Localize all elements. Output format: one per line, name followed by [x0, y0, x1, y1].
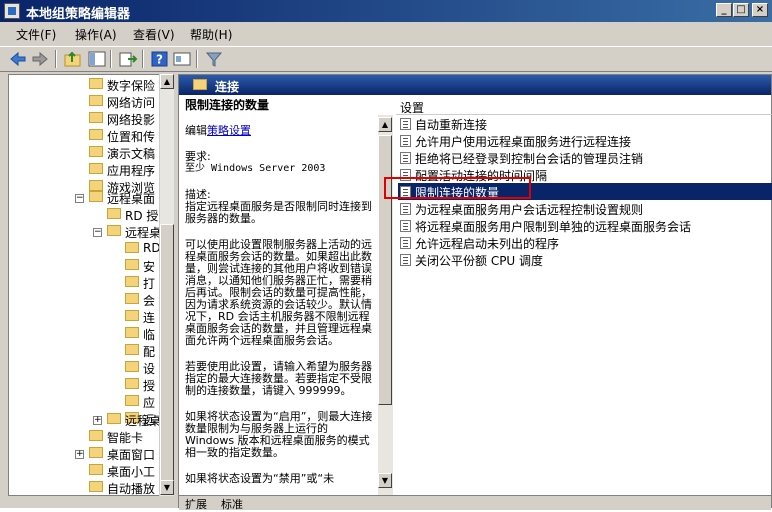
- toolbar-separator: [142, 50, 144, 68]
- description-panel: 限制连接的数量 编辑策略设置 要求: 至少 Windows Server 200…: [185, 99, 375, 489]
- properties-icon[interactable]: [172, 50, 192, 68]
- highlight-box: [384, 177, 531, 199]
- folder-icon: [89, 430, 103, 441]
- expand-toggle[interactable]: +: [75, 450, 84, 459]
- folder-icon: [107, 413, 121, 424]
- folder-icon: [125, 344, 139, 355]
- description-heading: 限制连接的数量: [185, 99, 270, 112]
- policy-setting-icon: [400, 203, 411, 215]
- menu-file[interactable]: 文件(F): [16, 26, 56, 43]
- folder-icon: [125, 310, 139, 321]
- window-title: 本地组策略编辑器: [26, 7, 131, 22]
- scroll-thumb[interactable]: [160, 224, 174, 484]
- minimize-button[interactable]: _: [716, 3, 732, 17]
- folder-icon: [125, 361, 139, 372]
- policy-setting-icon: [400, 237, 411, 249]
- up-folder-icon[interactable]: [63, 50, 83, 68]
- app-icon: [4, 3, 20, 19]
- tree-scrollbar[interactable]: ▲ ▼: [159, 74, 174, 496]
- back-arrow-icon[interactable]: [8, 50, 28, 68]
- description-paragraph: 可以使用此设置限制服务器上活动的远程桌面服务会话的数量。如果超出此数量，则尝试连…: [185, 238, 372, 347]
- tab-standard[interactable]: 标准: [221, 496, 243, 512]
- description-paragraph: 若要使用此设置，请输入希望为服务器指定的最大连接数量。若要指定不受限制的连接数量…: [185, 360, 372, 397]
- list-item[interactable]: 自动重新连接: [398, 115, 772, 132]
- edit-policy-link[interactable]: 策略设置: [207, 124, 251, 137]
- folder-icon: [89, 163, 103, 174]
- folder-open-icon: [89, 191, 103, 202]
- folder-icon: [89, 95, 103, 106]
- tab-extended[interactable]: 扩展: [185, 496, 207, 512]
- folder-icon: [193, 79, 207, 90]
- folder-icon: [89, 146, 103, 157]
- filter-icon[interactable]: [204, 50, 224, 68]
- menu-action[interactable]: 操作(A): [75, 26, 117, 43]
- scroll-down-button[interactable]: ▼: [160, 480, 174, 495]
- toolbar-separator: [110, 50, 112, 68]
- policy-setting-icon: [400, 152, 411, 164]
- list-item[interactable]: 关闭公平份额 CPU 调度: [398, 251, 772, 268]
- folder-icon: [125, 242, 139, 253]
- column-header-setting[interactable]: 设置: [396, 97, 772, 115]
- scroll-thumb[interactable]: [378, 135, 392, 405]
- title-bar: 本地组策略编辑器 _ □ ×: [0, 0, 772, 22]
- folder-icon: [89, 180, 103, 191]
- expand-toggle[interactable]: +: [93, 416, 102, 425]
- svg-text:?: ?: [156, 53, 163, 67]
- details-pane: 连接 限制连接的数量 编辑策略设置 要求: 至少 Windows Server …: [178, 74, 772, 511]
- maximize-button[interactable]: □: [733, 3, 749, 17]
- list-item[interactable]: 拒绝将已经登录到控制台会话的管理员注销: [398, 149, 772, 166]
- policy-setting-icon: [400, 135, 411, 147]
- navigation-tree[interactable]: 数字保险 网络访问 网络投影 位置和传 演示文稿 应用程序 游戏浏览 − 远程桌…: [8, 74, 173, 496]
- policy-setting-icon: [400, 254, 411, 266]
- toolbar-separator: [196, 50, 198, 68]
- policy-setting-icon: [400, 220, 411, 232]
- folder-icon: [89, 112, 103, 123]
- folder-icon: [125, 293, 139, 304]
- requirements-value: 至少 Windows Server 2003: [185, 163, 326, 174]
- toolbar: ?: [0, 46, 772, 72]
- list-item[interactable]: 允许远程启动未列出的程序: [398, 234, 772, 251]
- list-item[interactable]: 将远程桌面服务用户限制到单独的远程桌面服务会话: [398, 217, 772, 234]
- folder-icon: [89, 464, 103, 475]
- edit-prefix: 编辑: [185, 124, 207, 137]
- folder-icon: [125, 378, 139, 389]
- menu-view[interactable]: 查看(V): [133, 26, 175, 43]
- description-scrollbar[interactable]: ▲ ▼: [378, 115, 393, 495]
- list-item[interactable]: 允许用户使用远程桌面服务进行远程连接: [398, 132, 772, 149]
- collapse-toggle[interactable]: −: [75, 194, 84, 203]
- export-list-icon[interactable]: [118, 50, 138, 68]
- scroll-up-button[interactable]: ▲: [378, 117, 392, 132]
- folder-icon: [125, 327, 139, 338]
- folder-icon: [107, 208, 121, 219]
- folder-icon: [125, 395, 139, 406]
- app-window: 本地组策略编辑器 _ □ × 文件(F) 操作(A) 查看(V) 帮助(H) ?…: [0, 0, 772, 511]
- show-hide-tree-icon[interactable]: [87, 50, 107, 68]
- folder-icon: [89, 129, 103, 140]
- pane-title: 连接: [215, 80, 240, 94]
- folder-icon: [89, 447, 103, 458]
- help-icon[interactable]: ?: [150, 50, 170, 68]
- scroll-down-button[interactable]: ▼: [378, 473, 392, 488]
- folder-icon: [89, 78, 103, 89]
- description-paragraph: 指定远程桌面服务是否限制同时连接到服务器的数量。: [185, 200, 372, 225]
- pane-header: 连接: [179, 75, 771, 95]
- close-button[interactable]: ×: [752, 3, 768, 17]
- folder-icon: [125, 276, 139, 287]
- folder-open-icon: [107, 225, 121, 236]
- requirements-label: 要求:: [185, 150, 211, 163]
- folder-icon: [125, 259, 139, 270]
- list-item[interactable]: 为远程桌面服务用户会话远程控制设置规则: [398, 200, 772, 217]
- scroll-up-button[interactable]: ▲: [160, 74, 174, 89]
- description-paragraph: 如果将状态设置为“禁用”或“未: [185, 472, 335, 485]
- settings-list: 设置 自动重新连接 允许用户使用远程桌面服务进行远程连接 拒绝将已经登录到控制台…: [396, 95, 772, 495]
- folder-icon: [89, 481, 103, 492]
- forward-arrow-icon[interactable]: [30, 50, 50, 68]
- description-paragraph: 如果将状态设置为“启用”，则最大连接数量限制为与服务器上运行的 Windows …: [185, 410, 373, 459]
- policy-setting-icon: [400, 118, 411, 130]
- menu-help[interactable]: 帮助(H): [190, 26, 232, 43]
- collapse-toggle[interactable]: −: [93, 228, 102, 237]
- toolbar-separator: [55, 50, 57, 68]
- menu-bar: 文件(F) 操作(A) 查看(V) 帮助(H): [0, 22, 772, 44]
